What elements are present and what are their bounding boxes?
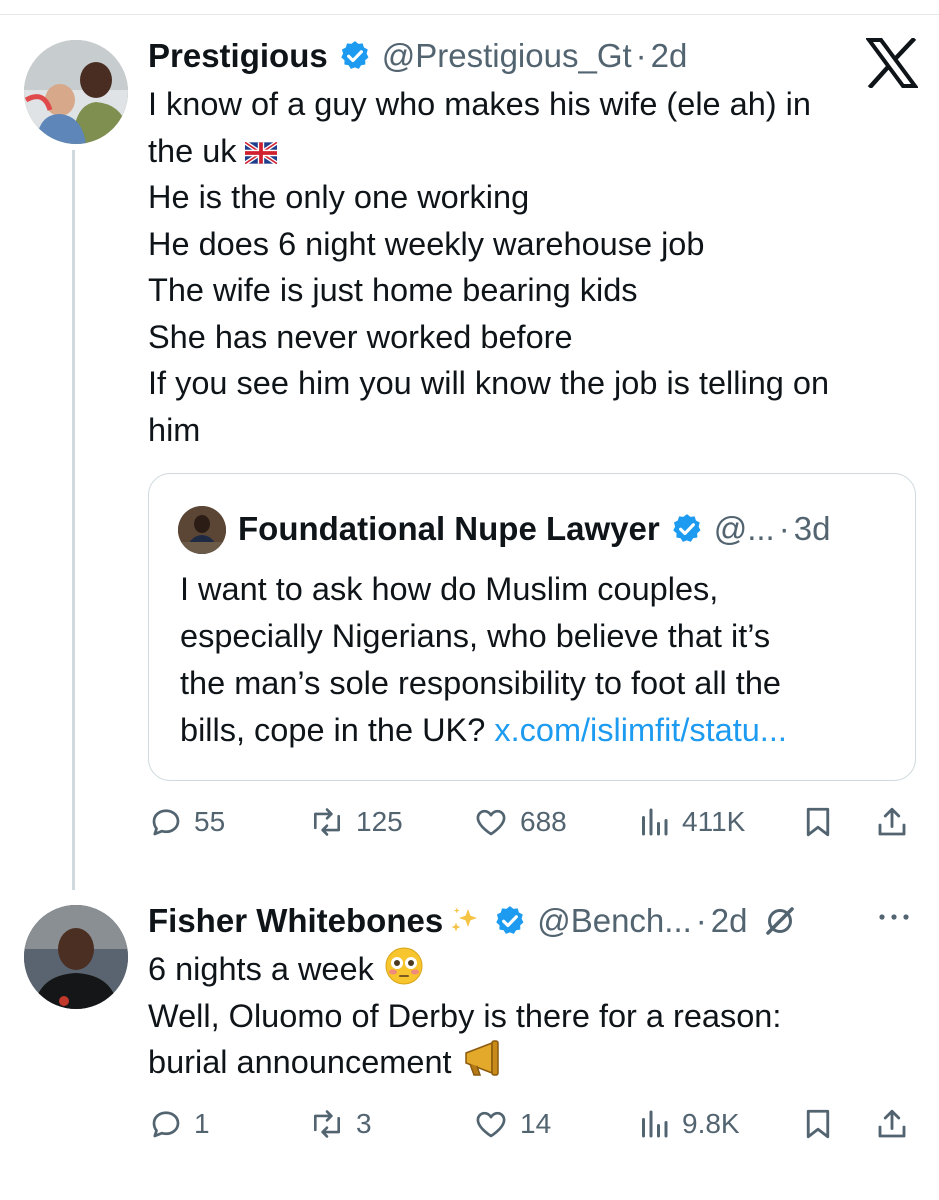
repost-count: 125 — [356, 806, 403, 837]
reply-button[interactable]: 1 — [148, 1100, 210, 1148]
verified-badge-icon — [672, 514, 701, 542]
like-button[interactable]: 14 — [472, 1100, 551, 1148]
tweet2-separator: · — [695, 902, 707, 939]
views-icon — [642, 808, 668, 836]
top-divider — [0, 0, 939, 15]
like-count: 14 — [520, 1108, 552, 1139]
tweet1-header: Prestigious @Prestigious_Gt · 2d — [148, 34, 687, 78]
reply-count: 55 — [194, 806, 226, 837]
tweet1-line: If you see him you will know the job is … — [148, 365, 830, 401]
reply-button[interactable]: 55 — [148, 798, 225, 846]
tweet2-handle[interactable]: @Bench... — [537, 902, 692, 940]
tweet2-line: Well, Oluomo of Derby is there for a rea… — [148, 997, 782, 1034]
quoted-time[interactable]: 3d — [794, 510, 831, 548]
bookmark-button[interactable] — [800, 798, 836, 846]
tweet1-line: He does 6 night weekly warehouse job — [148, 225, 705, 262]
like-count: 688 — [520, 806, 567, 837]
quoted-line: bills, cope in the UK? — [180, 712, 486, 748]
quoted-link[interactable]: x.com/islimfit/statu... — [494, 712, 787, 748]
uk-flag-icon — [244, 141, 277, 164]
tweet1-separator: · — [635, 37, 647, 74]
bookmark-button[interactable] — [800, 1100, 836, 1148]
quoted-separator: · — [778, 510, 790, 547]
quoted-author-avatar[interactable] — [178, 506, 226, 554]
tweet1-handle[interactable]: @Prestigious_Gt — [382, 37, 632, 75]
tweet2-time[interactable]: 2d — [711, 902, 748, 940]
grok-icon[interactable] — [762, 903, 798, 939]
share-button[interactable] — [874, 798, 910, 846]
tweet1-line: She has never worked before — [148, 318, 573, 355]
reply-icon — [152, 1111, 180, 1138]
x-logo[interactable] — [866, 38, 918, 88]
quoted-line: the man’s sole responsibility to foot al… — [180, 665, 781, 701]
tweet1-author-name[interactable]: Prestigious — [148, 37, 328, 75]
thread-connector-line — [72, 150, 75, 890]
tweet1-line-flag: the uk — [148, 128, 829, 175]
repost-icon — [313, 1110, 341, 1138]
flushed-face-icon — [385, 947, 423, 985]
tweet2-line-emoji: burial announcement — [148, 1039, 781, 1086]
tweet2-header: Fisher Whitebones @Bench... · 2d — [148, 899, 798, 943]
avatar-prestigious[interactable] — [24, 40, 128, 144]
tweet2-author-name[interactable]: Fisher Whitebones — [148, 902, 443, 940]
like-icon — [476, 809, 506, 836]
views-button[interactable]: 411K — [636, 798, 745, 846]
quoted-author-handle[interactable]: @... — [714, 510, 775, 548]
quoted-line: especially Nigerians, who believe that i… — [180, 618, 771, 654]
sparkles-icon — [451, 907, 478, 932]
tweet2-line: 6 nights a week — [148, 951, 374, 987]
tweet1-line: him — [148, 411, 201, 448]
more-icon[interactable] — [874, 905, 914, 929]
reply-icon — [152, 809, 180, 836]
avatar-fisher-whitebones[interactable] — [24, 905, 128, 1009]
tweet2-line-emoji: 6 nights a week — [148, 946, 781, 993]
tweet2-line: burial announcement — [148, 1044, 452, 1080]
quoted-line: I want to ask how do Muslim couples, — [180, 571, 719, 607]
tweet1-time[interactable]: 2d — [651, 37, 688, 75]
tweet1-line: The wife is just home bearing kids — [148, 272, 638, 308]
quoted-last-line: bills, cope in the UK? x.com/islimfit/st… — [180, 707, 787, 754]
share-icon — [878, 1109, 906, 1138]
megaphone-icon — [464, 1040, 499, 1076]
bookmark-icon — [806, 1109, 830, 1139]
views-count: 9.8K — [682, 1108, 740, 1139]
tweet2-action-bar: 1 3 14 9.8K — [148, 1100, 918, 1148]
tweet1-action-bar: 55 125 688 411K — [148, 798, 918, 846]
bookmark-icon — [806, 807, 830, 837]
share-button[interactable] — [874, 1100, 910, 1148]
views-icon — [642, 1110, 668, 1138]
tweet1-line: the uk — [148, 132, 237, 169]
verified-badge-icon — [496, 906, 524, 934]
quoted-tweet-header: Foundational Nupe Lawyer @... · 3d — [238, 505, 830, 553]
repost-button[interactable]: 3 — [308, 1100, 372, 1148]
tweet2-body: 6 nights a week Well, Oluomo of Derby is… — [148, 946, 781, 1086]
like-button[interactable]: 688 — [472, 798, 567, 846]
share-icon — [878, 807, 906, 836]
like-icon — [476, 1111, 506, 1138]
repost-icon — [313, 808, 341, 836]
verified-badge-icon — [340, 41, 369, 69]
repost-button[interactable]: 125 — [308, 798, 403, 846]
reply-count: 1 — [194, 1108, 210, 1139]
views-count: 411K — [682, 806, 746, 837]
quoted-tweet-body: I want to ask how do Muslim couples, esp… — [180, 566, 787, 754]
views-button[interactable]: 9.8K — [636, 1100, 740, 1148]
tweet1-line: He is the only one working — [148, 179, 530, 215]
tweet1-line: I know of a guy who makes his wife (ele … — [148, 86, 811, 122]
repost-count: 3 — [356, 1108, 372, 1139]
tweet1-body: I know of a guy who makes his wife (ele … — [148, 81, 829, 453]
quoted-author-name[interactable]: Foundational Nupe Lawyer — [238, 510, 660, 548]
